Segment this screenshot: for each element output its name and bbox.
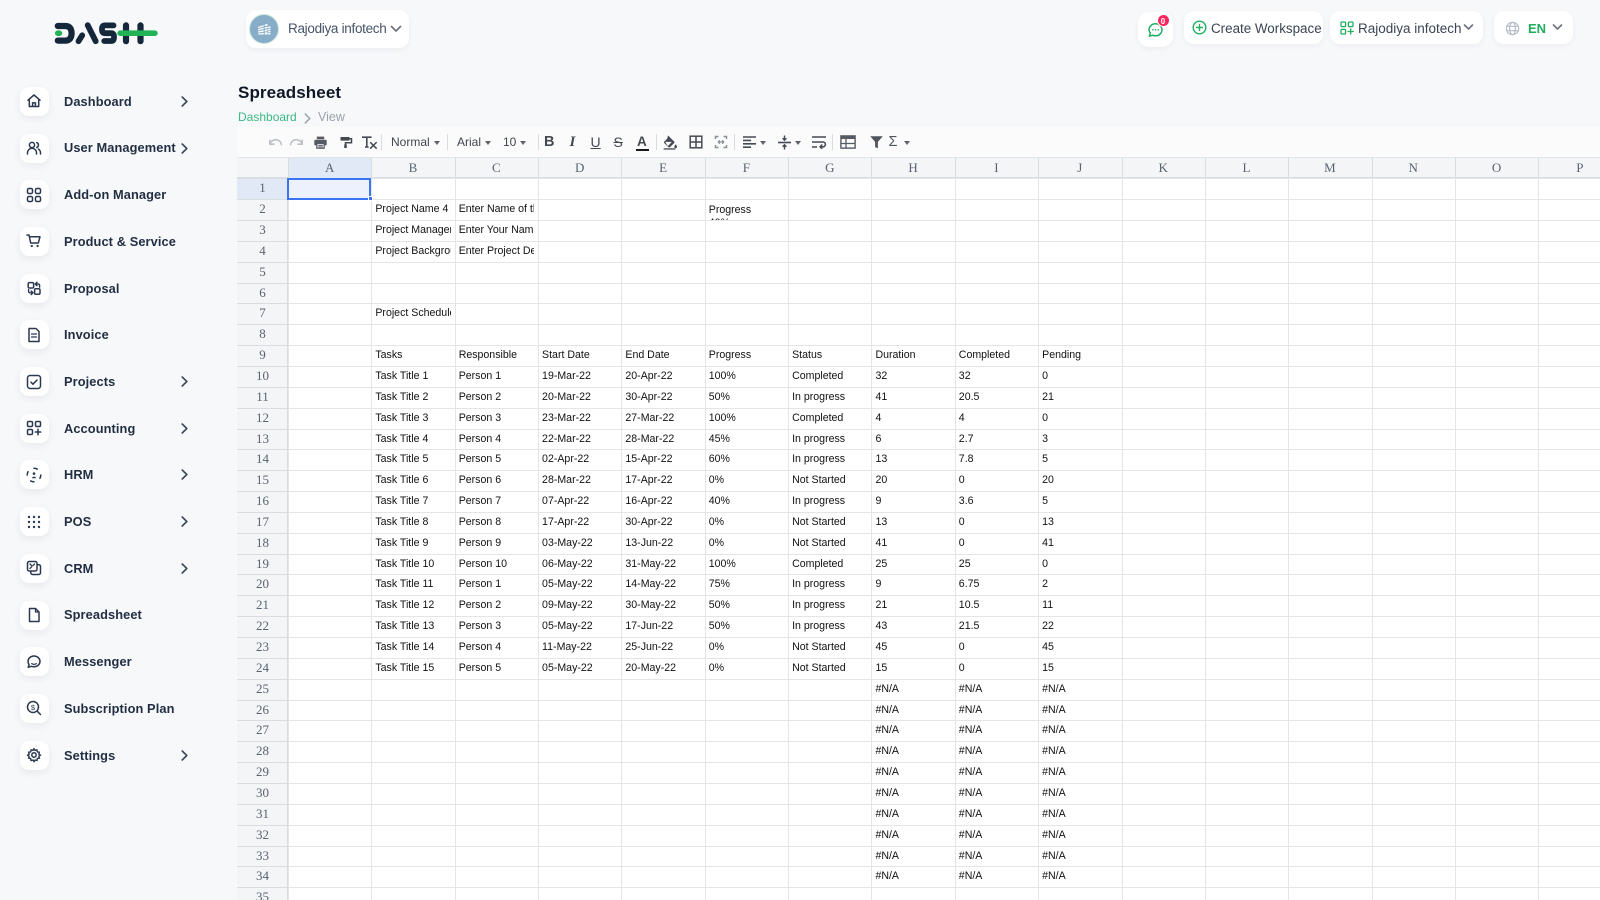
svg-text:$: $ (31, 703, 36, 712)
